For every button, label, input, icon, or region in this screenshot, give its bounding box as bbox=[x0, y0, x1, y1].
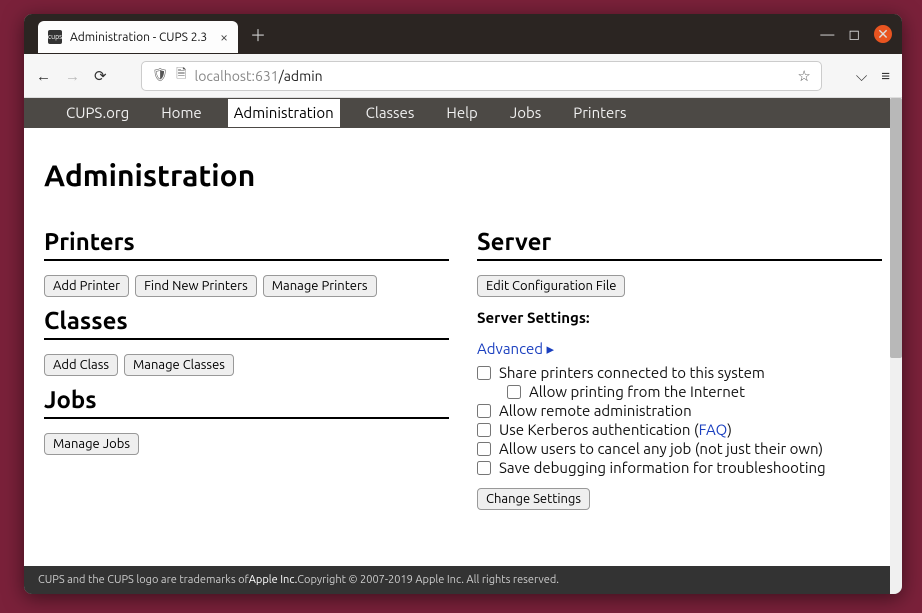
nav-home[interactable]: Home bbox=[155, 99, 207, 127]
minimize-icon[interactable]: — bbox=[820, 26, 834, 42]
cups-nav: CUPS.org Home Administration Classes Hel… bbox=[24, 98, 902, 128]
footer-pre: CUPS and the CUPS logo are trademarks of bbox=[38, 574, 249, 586]
manage-printers-button[interactable]: Manage Printers bbox=[263, 275, 377, 297]
debug-label: Save debugging information for troublesh… bbox=[499, 459, 826, 476]
server-heading: Server bbox=[477, 228, 882, 261]
footer-post: Copyright © 2007-2019 Apple Inc. All rig… bbox=[297, 574, 559, 586]
share-label: Share printers connected to this system bbox=[499, 364, 765, 381]
nav-help[interactable]: Help bbox=[440, 99, 483, 127]
url-bar[interactable]: 🛡 🗎 localhost:631/admin ☆ bbox=[141, 61, 822, 91]
classes-heading: Classes bbox=[44, 307, 449, 340]
two-columns: Printers Add Printer Find New Printers M… bbox=[44, 218, 882, 516]
edit-config-button[interactable]: Edit Configuration File bbox=[477, 275, 625, 297]
jobs-heading: Jobs bbox=[44, 386, 449, 419]
add-class-button[interactable]: Add Class bbox=[44, 354, 118, 376]
forward-icon: → bbox=[65, 67, 80, 85]
nav-cups-org[interactable]: CUPS.org bbox=[60, 99, 135, 127]
remote-admin-label: Allow remote administration bbox=[499, 402, 692, 419]
server-settings-label: Server Settings: bbox=[477, 309, 882, 326]
url-text: localhost:631/admin bbox=[195, 68, 790, 84]
internet-checkbox[interactable] bbox=[507, 385, 521, 399]
page-body: Administration Printers Add Printer Find… bbox=[24, 128, 902, 566]
advanced-link[interactable]: Advanced ▸ bbox=[477, 340, 554, 358]
remote-admin-checkbox[interactable] bbox=[477, 404, 491, 418]
internet-label: Allow printing from the Internet bbox=[529, 383, 745, 400]
tab-title: Administration - CUPS 2.3 bbox=[70, 31, 212, 44]
pocket-icon[interactable]: ⌵ bbox=[856, 67, 867, 85]
menu-icon[interactable]: ≡ bbox=[881, 67, 890, 85]
footer-apple-link[interactable]: Apple Inc. bbox=[249, 574, 298, 586]
right-column: Server Edit Configuration File Server Se… bbox=[477, 218, 882, 516]
doc-icon: 🗎 bbox=[176, 65, 186, 87]
tab-close-icon[interactable]: × bbox=[220, 29, 228, 45]
window-controls: — ◻ ✕ bbox=[820, 25, 892, 43]
bookmark-star-icon[interactable]: ☆ bbox=[797, 67, 810, 85]
change-settings-button[interactable]: Change Settings bbox=[477, 488, 590, 510]
maximize-icon[interactable]: ◻ bbox=[848, 26, 860, 43]
url-port: :631 bbox=[252, 68, 279, 84]
url-path: /admin bbox=[279, 68, 323, 84]
footer: CUPS and the CUPS logo are trademarks of… bbox=[24, 566, 902, 594]
back-icon[interactable]: ← bbox=[36, 67, 51, 85]
scrollbar-thumb[interactable] bbox=[890, 98, 902, 358]
cancel-any-checkbox[interactable] bbox=[477, 442, 491, 456]
manage-classes-button[interactable]: Manage Classes bbox=[124, 354, 234, 376]
close-window-icon[interactable]: ✕ bbox=[874, 25, 892, 43]
nav-administration[interactable]: Administration bbox=[228, 99, 340, 127]
browser-tab[interactable]: cups Administration - CUPS 2.3 × bbox=[38, 21, 238, 53]
manage-jobs-button[interactable]: Manage Jobs bbox=[44, 433, 139, 455]
nav-classes[interactable]: Classes bbox=[360, 99, 421, 127]
reload-icon[interactable]: ⟳ bbox=[94, 67, 107, 85]
nav-printers[interactable]: Printers bbox=[567, 99, 632, 127]
browser-toolbar: ← → ⟳ 🛡 🗎 localhost:631/admin ☆ ⌵ ≡ bbox=[24, 54, 902, 98]
new-tab-button[interactable]: ＋ bbox=[250, 22, 266, 46]
kerberos-checkbox[interactable] bbox=[477, 423, 491, 437]
page-title: Administration bbox=[44, 158, 882, 192]
printers-heading: Printers bbox=[44, 228, 449, 261]
share-checkbox[interactable] bbox=[477, 366, 491, 380]
find-printers-button[interactable]: Find New Printers bbox=[135, 275, 257, 297]
titlebar: cups Administration - CUPS 2.3 × ＋ — ◻ ✕ bbox=[24, 14, 902, 54]
browser-window: cups Administration - CUPS 2.3 × ＋ — ◻ ✕… bbox=[24, 14, 902, 594]
debug-checkbox[interactable] bbox=[477, 461, 491, 475]
left-column: Printers Add Printer Find New Printers M… bbox=[44, 218, 449, 516]
nav-jobs[interactable]: Jobs bbox=[504, 99, 547, 127]
content-area: CUPS.org Home Administration Classes Hel… bbox=[24, 98, 902, 594]
shield-icon[interactable]: 🛡 bbox=[152, 68, 169, 83]
cancel-any-label: Allow users to cancel any job (not just … bbox=[499, 440, 823, 457]
kerberos-label: Use Kerberos authentication (FAQ) bbox=[499, 421, 732, 438]
faq-link[interactable]: FAQ bbox=[699, 421, 728, 438]
url-host: localhost bbox=[195, 68, 252, 84]
add-printer-button[interactable]: Add Printer bbox=[44, 275, 129, 297]
scrollbar[interactable] bbox=[890, 98, 902, 594]
favicon-icon: cups bbox=[48, 30, 62, 44]
